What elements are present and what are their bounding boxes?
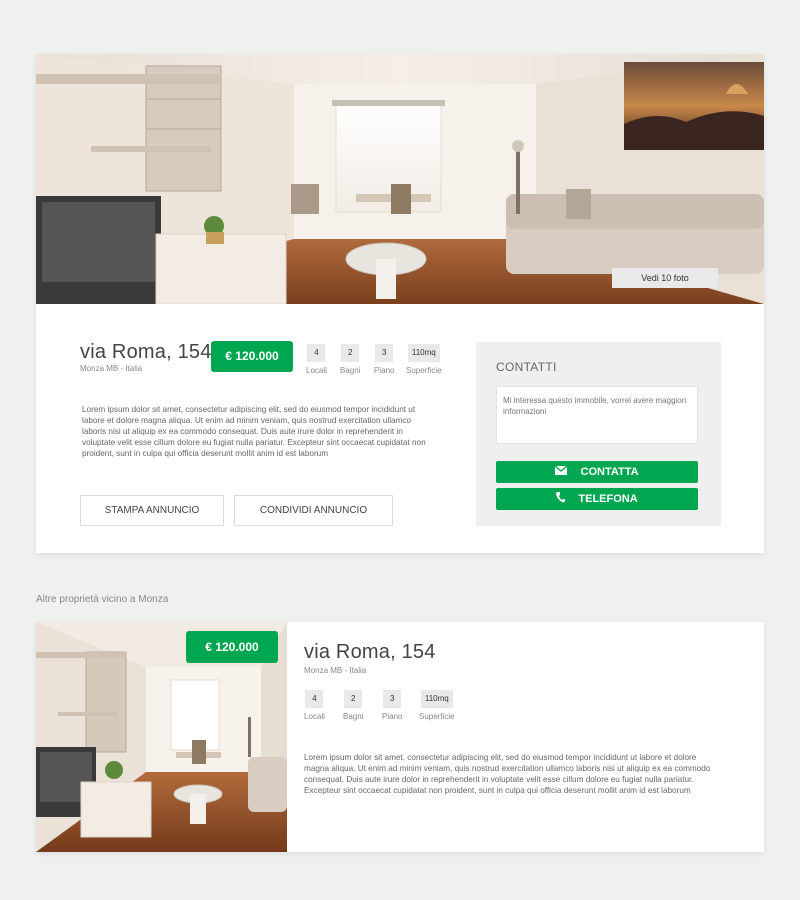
feature-bathrooms: 2 Bagni bbox=[343, 688, 363, 721]
view-photos-button[interactable]: Vedi 10 foto bbox=[612, 268, 718, 288]
feature-label: Superficie bbox=[419, 712, 455, 721]
nearby-description: Lorem ipsum dolor sit amet, consectetur … bbox=[304, 753, 711, 795]
feature-label: Bagni bbox=[340, 366, 361, 375]
feature-label: Locali bbox=[304, 712, 325, 721]
nearby-section-title: Altre proprietà vicino a Monza bbox=[36, 594, 169, 605]
feature-surface: 110mq Superficie bbox=[419, 688, 455, 721]
listing-location: Monza MB - Italia bbox=[80, 364, 143, 373]
contact-button-label: CONTATTA bbox=[580, 466, 639, 479]
listing-hero-photo[interactable]: Vedi 10 foto bbox=[36, 54, 764, 304]
feature-label: Superficie bbox=[406, 366, 442, 375]
feature-rooms: 4 Locali bbox=[306, 342, 327, 375]
share-listing-button[interactable]: CONDIVIDI ANNUNCIO bbox=[234, 495, 393, 526]
price-badge: € 120.000 bbox=[211, 341, 293, 372]
feature-rooms: 4 Locali bbox=[304, 688, 325, 721]
feature-label: Piano bbox=[382, 712, 403, 721]
feature-value: 2 bbox=[341, 344, 360, 362]
feature-bathrooms: 2 Bagni bbox=[340, 342, 360, 375]
feature-floor: 3 Piano bbox=[382, 688, 402, 721]
contact-message-input[interactable]: Mi interessa questo immobile, vorrei ave… bbox=[496, 386, 698, 444]
price-badge: € 120.000 bbox=[186, 631, 278, 663]
feature-value: 3 bbox=[375, 344, 394, 362]
contact-title: CONTATTI bbox=[496, 360, 557, 374]
feature-value: 2 bbox=[344, 690, 363, 708]
phone-icon bbox=[556, 492, 566, 506]
feature-label: Piano bbox=[374, 366, 395, 375]
listing-address: via Roma, 154 bbox=[80, 341, 212, 363]
living-room-photo bbox=[36, 54, 764, 304]
print-listing-button[interactable]: STAMPA ANNUNCIO bbox=[80, 495, 224, 526]
nearby-location: Monza MB - Italia bbox=[304, 666, 367, 675]
phone-button-label: TELEFONA bbox=[578, 493, 638, 505]
listing-card: Vedi 10 foto via Roma, 154 Monza MB - It… bbox=[36, 54, 764, 553]
feature-value: 3 bbox=[383, 690, 402, 708]
feature-value: 4 bbox=[307, 344, 326, 362]
feature-floor: 3 Piano bbox=[374, 342, 394, 375]
contact-button[interactable]: CONTATTA bbox=[496, 461, 698, 483]
contact-panel: CONTATTI Mi interessa questo immobile, v… bbox=[476, 342, 721, 526]
feature-label: Locali bbox=[306, 366, 327, 375]
nearby-address: via Roma, 154 bbox=[304, 641, 436, 663]
feature-value: 4 bbox=[305, 690, 324, 708]
listing-description: Lorem ipsum dolor sit amet, consectetur … bbox=[82, 405, 426, 458]
envelope-icon bbox=[555, 465, 568, 478]
feature-value: 110mq bbox=[420, 690, 453, 708]
phone-button[interactable]: TELEFONA bbox=[496, 488, 698, 510]
nearby-listing-card[interactable]: € 120.000 via Roma, 154 Monza MB - Itali… bbox=[36, 622, 764, 852]
feature-surface: 110mq Superficie bbox=[406, 342, 442, 375]
feature-value: 110mq bbox=[407, 344, 440, 362]
feature-label: Bagni bbox=[343, 712, 364, 721]
